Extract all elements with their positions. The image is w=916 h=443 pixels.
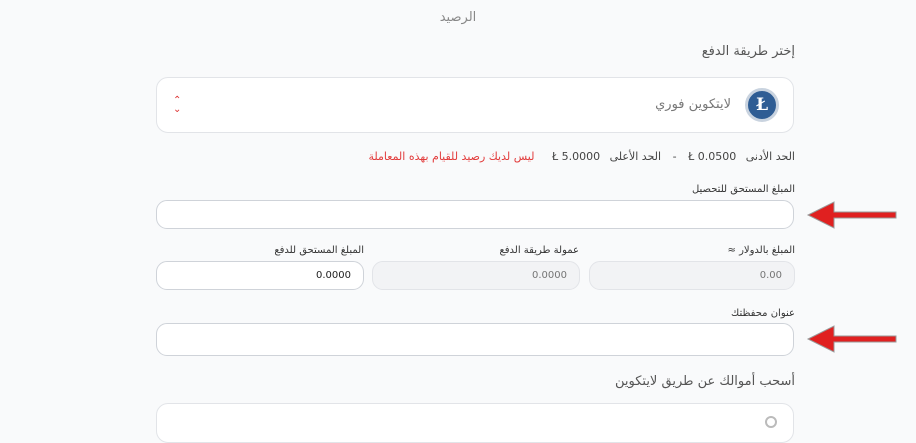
payment-method-label: إختر طريقة الدفع (701, 44, 795, 59)
amount-due-pay-label: المبلغ المستحق للدفع (274, 245, 364, 256)
payment-fee-label: عمولة طريقة الدفع (499, 245, 579, 256)
amount-due-collect-input[interactable] (156, 200, 794, 229)
max-value: Ł 5.0000 (551, 150, 601, 163)
max-label: الحد الأعلى (609, 150, 662, 163)
litecoin-icon: Ł (745, 88, 779, 122)
balance-title: الرصيد (439, 10, 477, 25)
wallet-address-label: عنوان محفظتك (731, 308, 795, 319)
red-arrow-icon (806, 201, 897, 229)
min-value: Ł 0.0500 (688, 150, 737, 163)
limits-separator: - (672, 150, 677, 163)
selected-payment-method: لايتكوين فوري (655, 97, 731, 112)
amount-due-collect-label: المبلغ المستحق للتحصيل (691, 184, 795, 195)
limits-row: الحد الأدنى Ł 0.0500 - الحد الأعلى Ł 5.0… (368, 150, 795, 163)
min-label: الحد الأدنى (745, 150, 795, 163)
wallet-address-input[interactable] (156, 323, 794, 356)
amount-usd-input (589, 261, 795, 290)
select-arrows-icon: ⌃ ⌄ (173, 95, 182, 115)
radio-icon (765, 416, 777, 428)
amount-due-pay-input[interactable] (156, 261, 364, 290)
amount-usd-label: المبلغ بالدولار ≈ (727, 245, 795, 256)
insufficient-balance-error: ليس لديك رصيد للقيام بهذه المعاملة (368, 150, 535, 163)
withdraw-method-select[interactable] (156, 403, 794, 443)
red-arrow-icon-2 (806, 325, 897, 353)
payment-method-select[interactable]: Ł لايتكوين فوري ⌃ ⌄ (156, 77, 794, 133)
withdraw-method-label: أسحب أموالك عن طريق لايتكوين (614, 374, 795, 389)
payment-fee-input (372, 261, 580, 290)
